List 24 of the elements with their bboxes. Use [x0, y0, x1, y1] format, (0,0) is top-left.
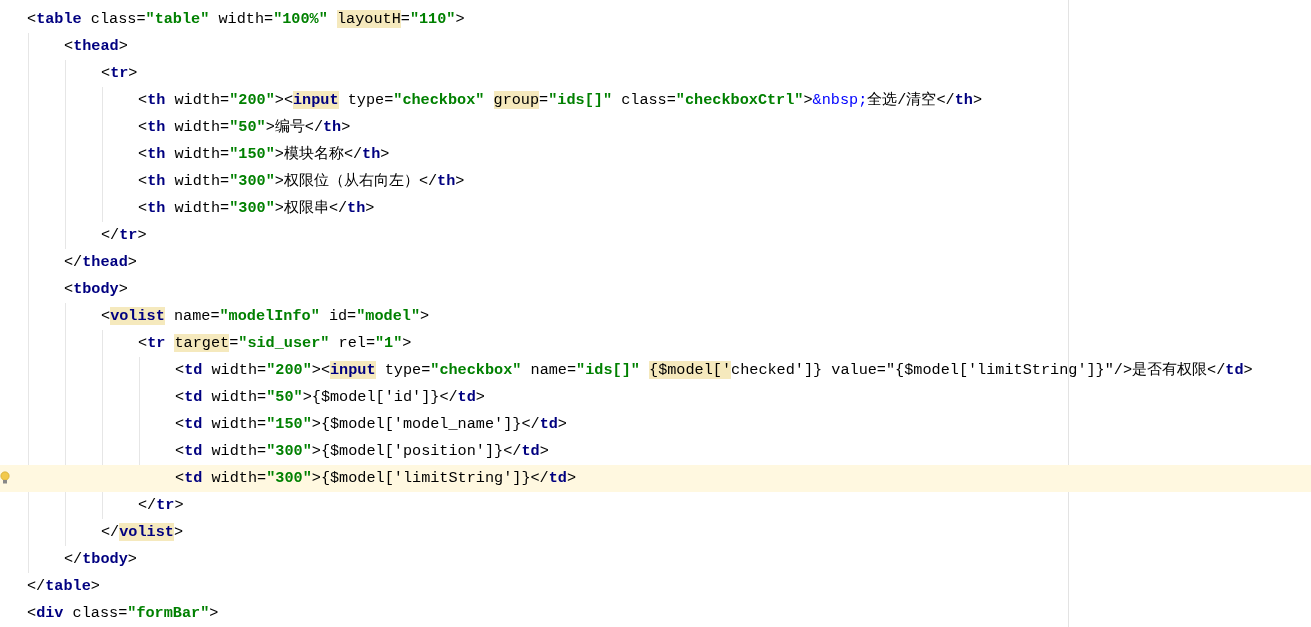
code-line: <thead> [64, 36, 129, 57]
code-line: <td width="300">{$model['position']}</td> [175, 441, 550, 462]
code-line: <td width="200"><input type="checkbox" name="ids[]" {$model['checked']} value="{$model['limitString']}"/>是否有权限</td> [175, 360, 1254, 381]
code-line: </tr> [138, 495, 185, 516]
code-line: <div class="formBar"> [27, 603, 220, 624]
code-line: <tr target="sid_user" rel="1"> [138, 333, 413, 354]
code-line: <th width="200"><input type="checkbox" group="ids[]" class="checkboxCtrl">&nbsp;全选/清空</th> [138, 90, 983, 111]
code-line: <tr> [101, 63, 139, 84]
code-line: <th width="50">编号</th> [138, 117, 352, 138]
code-line: </volist> [101, 522, 185, 543]
code-line: <td width="50">{$model['id']}</td> [175, 387, 486, 408]
code-line: <tbody> [64, 279, 129, 300]
code-line: </thead> [64, 252, 138, 273]
code-line: <table class="table" width="100%" layoutH="110"> [27, 9, 466, 30]
code-line: <th width="300">权限位（从右向左）</th> [138, 171, 466, 192]
code-line: <th width="300">权限串</th> [138, 198, 376, 219]
code-line: <td width="150">{$model['model_name']}</td> [175, 414, 568, 435]
lightbulb-icon[interactable] [0, 471, 10, 485]
code-line: </table> [27, 576, 101, 597]
code-line: </tbody> [64, 549, 138, 570]
code-line: <volist name="modelInfo" id="model"> [101, 306, 431, 327]
code-line: <th width="150">模块名称</th> [138, 144, 391, 165]
code-line: </tr> [101, 225, 148, 246]
code-editor[interactable] [0, 0, 1311, 627]
